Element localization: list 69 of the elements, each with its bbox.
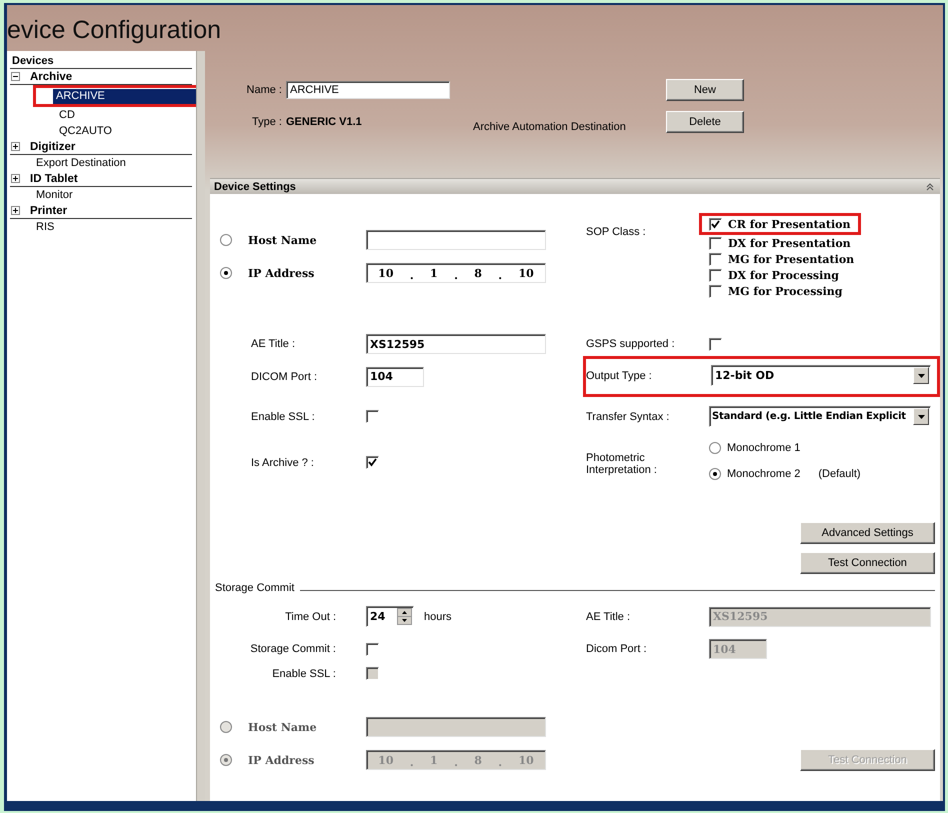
checkbox[interactable] [709,218,722,230]
host-name-field[interactable] [366,230,546,250]
type-value: GENERIC V1.1 [286,116,362,128]
time-out-spinner[interactable]: 24 [366,606,414,627]
transfer-syntax-dropdown[interactable]: Standard (e.g. Little Endian Explicit [709,406,931,427]
tree-header: Devices [10,55,192,69]
new-button[interactable]: New [666,79,744,101]
field-label: Host Name [248,234,318,246]
field-label: Storage Commit : [249,643,337,655]
ip-address-field[interactable]: 10 . 1 . 8 . 10 [366,263,546,283]
spin-arrows-icon[interactable] [397,608,412,625]
output-type-dropdown[interactable]: 12-bit OD [711,365,931,386]
checkbox-label: DX for Processing [728,268,839,282]
field-label: Output Type : [586,370,653,382]
checkbox-label: MG for Presentation [728,252,854,266]
field-label: Type : [251,116,283,128]
radio-button[interactable] [709,442,721,454]
field-label: Is Archive ? : [251,456,315,468]
window-title: evice Configuration [7,15,222,46]
field-label: Time Out : [284,610,337,622]
tree-group[interactable]: ID Tablet [30,172,78,184]
field-label: SOP Class : [586,225,647,238]
field-label: DICOM Port : [251,370,318,382]
delete-button[interactable]: Delete [666,110,744,132]
destination-label: Archive Automation Destination [473,120,626,132]
tree-group[interactable]: Archive [30,70,72,82]
test-connection-button[interactable]: Test Connection [800,552,935,574]
radio-button[interactable] [220,234,232,246]
dicom-port-field[interactable]: 104 [366,366,424,386]
section-title: Device Settings [214,180,296,192]
tree-item[interactable]: QC2AUTO [56,124,115,138]
field-label: Name : [246,84,283,96]
field-label: Enable SSL : [251,410,316,422]
unit-label: hours [424,610,452,622]
expand-icon[interactable] [11,206,20,215]
field-label: IP Address [248,266,316,280]
field-label: Photometric Interpretation : [586,452,658,476]
field-label: IP Address [248,754,316,766]
radio-button[interactable] [709,468,721,480]
radio-label: Monochrome 1 [727,442,800,454]
expand-icon[interactable] [11,142,20,151]
field-label: Host Name [248,720,318,734]
name-field[interactable]: ARCHIVE [286,81,450,99]
field-label: GSPS supported : [586,338,676,350]
tree-group[interactable]: Digitizer [30,140,76,152]
tree-item[interactable]: ARCHIVE [53,88,196,104]
dropdown-arrow-icon[interactable] [918,374,924,378]
checkbox-label: MG for Processing [728,284,842,298]
field-label: AE Title : [586,610,632,622]
tree-group[interactable]: Printer [30,204,68,216]
checkbox-label: DX for Presentation [728,236,851,250]
dropdown-arrow-icon[interactable] [918,414,924,418]
field-label: Enable SSL : [271,668,337,680]
tree-item[interactable]: CD [56,108,78,122]
ae-title-field[interactable]: XS12595 [366,334,546,354]
default-note: (Default) [818,468,861,480]
group-title: Storage Commit [215,582,294,594]
tree-item[interactable]: Monitor [10,187,196,203]
advanced-settings-button[interactable]: Advanced Settings [800,522,935,544]
field-label: Dicom Port : [586,643,648,655]
field-label: Transfer Syntax : [586,410,670,422]
field-label: AE Title : [251,338,296,350]
expand-icon[interactable] [11,174,20,183]
checkbox-label: CR for Presentation [728,218,850,230]
tree-item[interactable]: RIS [10,219,196,235]
radio-button[interactable] [220,267,232,279]
tree-item[interactable]: Export Destination [10,155,196,171]
radio-label: Monochrome 2 [727,468,800,480]
collapse-icon[interactable] [11,72,20,81]
